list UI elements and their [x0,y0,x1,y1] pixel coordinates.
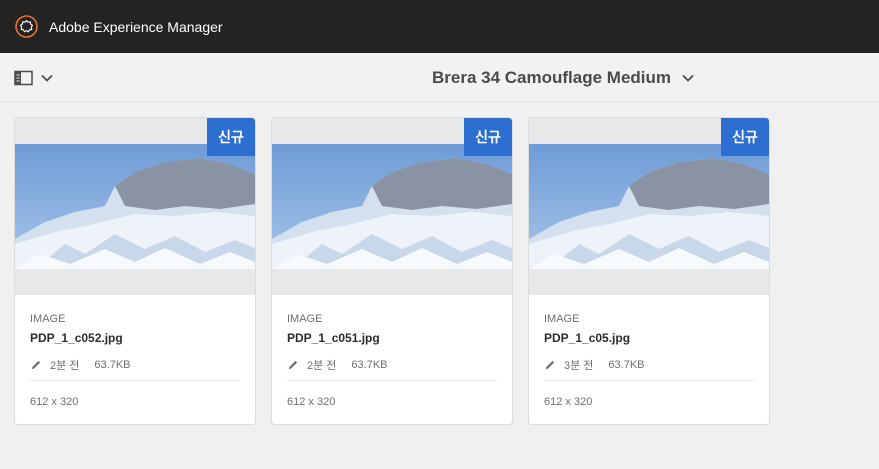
global-header: Adobe Experience Manager [0,0,879,53]
action-bar: Brera 34 Camouflage Medium [0,53,879,102]
asset-type: IMAGE [287,313,323,325]
pencil-icon [288,360,298,370]
new-badge: 신규 [721,118,769,156]
new-badge: 신규 [464,118,512,156]
mountain-image [272,144,512,269]
asset-name[interactable]: PDP_1_c051.jpg [287,331,380,345]
asset-card[interactable]: 신규 IMAGE PDP_1_c051.jpg 2분 전 63.7KB 612 … [271,117,513,425]
modified-time: 2분 전 [50,360,80,372]
rail-toggle-button[interactable] [14,67,56,89]
aem-logo-icon[interactable] [15,15,38,38]
asset-type: IMAGE [544,313,580,325]
asset-meta: 2분 전 63.7KB [30,358,131,372]
pencil-icon [545,360,555,370]
modified-time: 3분 전 [564,360,594,372]
divider [287,380,497,381]
asset-card[interactable]: 신규 IMAGE PDP_1_c052.jpg 2분 전 63.7KB 612 … [14,117,256,425]
asset-meta: 2분 전 63.7KB [287,358,388,372]
file-size: 63.7KB [608,359,645,371]
new-badge: 신규 [207,118,255,156]
divider [544,380,754,381]
asset-card[interactable]: 신규 IMAGE PDP_1_c05.jpg 3분 전 63.7KB 612 x… [528,117,770,425]
mountain-image [15,144,255,269]
asset-dimensions: 612 x 320 [287,396,336,408]
asset-type: IMAGE [30,313,66,325]
asset-name[interactable]: PDP_1_c052.jpg [30,331,123,345]
pencil-icon [31,360,41,370]
modified-time: 2분 전 [307,360,337,372]
asset-thumbnail[interactable]: 신규 [15,118,255,295]
mountain-image [529,144,769,269]
asset-meta: 3분 전 63.7KB [544,358,645,372]
asset-dimensions: 612 x 320 [544,396,593,408]
asset-thumbnail[interactable]: 신규 [529,118,769,295]
divider [30,380,240,381]
chevron-down-icon [682,74,694,82]
asset-dimensions: 612 x 320 [30,396,79,408]
asset-thumbnail[interactable]: 신규 [272,118,512,295]
app-title[interactable]: Adobe Experience Manager [49,19,223,35]
rail-toggle-icon [14,70,33,86]
page-title-dropdown[interactable]: Brera 34 Camouflage Medium [432,66,695,90]
asset-name[interactable]: PDP_1_c05.jpg [544,331,630,345]
chevron-down-icon [41,74,53,82]
page-title: Brera 34 Camouflage Medium [432,68,672,87]
file-size: 63.7KB [94,359,131,371]
file-size: 63.7KB [351,359,388,371]
